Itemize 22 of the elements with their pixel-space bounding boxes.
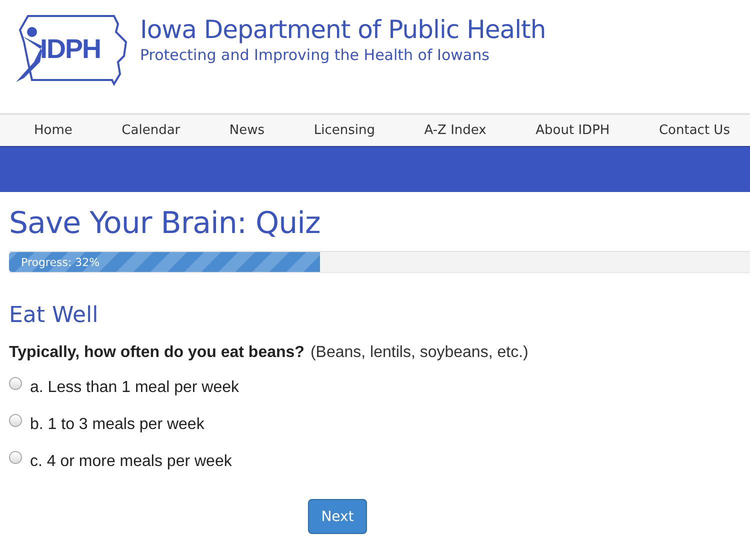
progress-label: Progress: 32% [21, 256, 100, 268]
option-label[interactable]: c. 4 or more meals per week [30, 453, 232, 471]
nav-link[interactable]: Calendar [122, 123, 180, 138]
site-title: Iowa Department of Public Health [140, 14, 546, 46]
radio-button[interactable] [9, 414, 22, 427]
site-tagline: Protecting and Improving the Health of Iowans [140, 46, 490, 64]
nav-link[interactable]: Licensing [314, 123, 375, 138]
radio-button[interactable] [9, 377, 22, 390]
nav-link[interactable]: Home [34, 123, 72, 138]
nav-link[interactable]: About IDPH [536, 123, 610, 138]
nav-link[interactable]: A-Z Index [424, 123, 486, 138]
nav-link[interactable]: Contact Us [658, 123, 730, 138]
next-button[interactable]: Next [308, 499, 367, 534]
question-text: Typically, how often do you eat beans? [9, 344, 304, 362]
option-label[interactable]: b. 1 to 3 meals per week [30, 416, 204, 434]
logo-text: IDPH [40, 34, 101, 65]
page-title: Save Your Brain: Quiz [9, 206, 322, 241]
section-heading: Eat Well [9, 303, 100, 328]
nav-link[interactable]: News [229, 123, 265, 138]
radio-button[interactable] [9, 451, 22, 464]
option-label[interactable]: a. Less than 1 meal per week [30, 379, 240, 397]
question-hint: (Beans, lentils, soybeans, etc.) [310, 344, 528, 362]
